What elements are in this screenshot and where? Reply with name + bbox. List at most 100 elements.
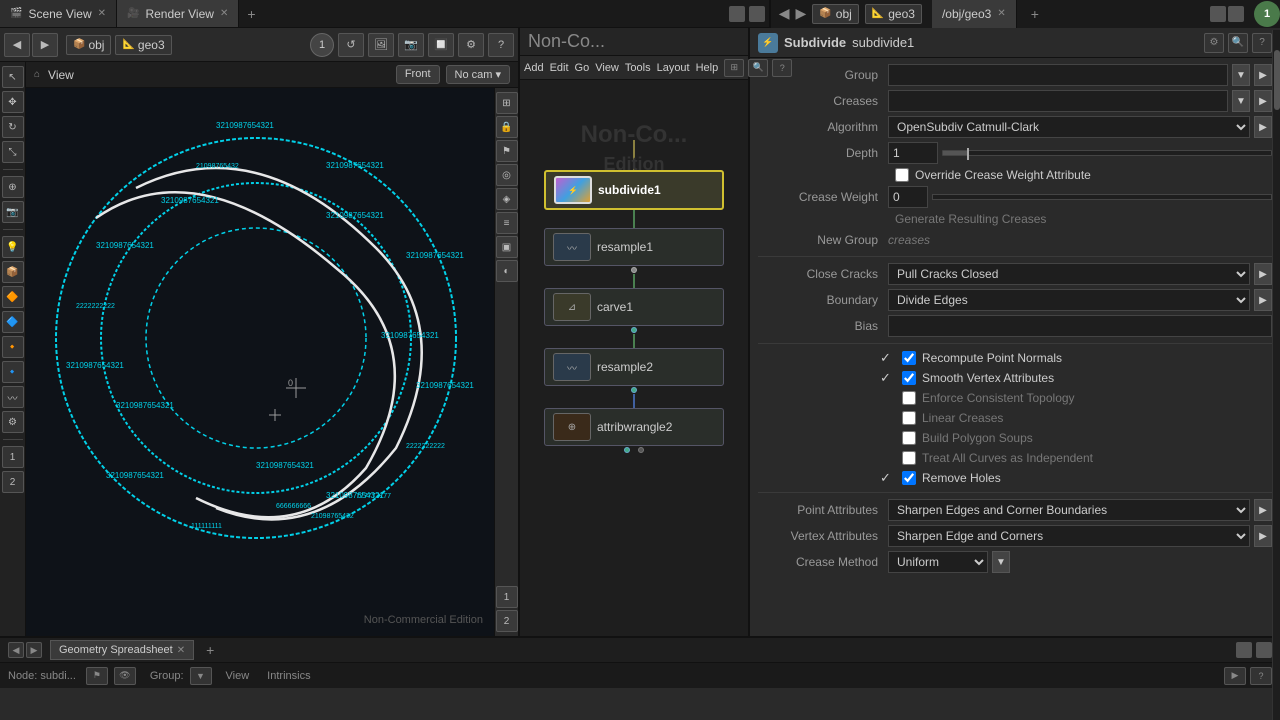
attribwrangle2-node[interactable]: ⊕ attribwrangle2 (544, 408, 724, 446)
algorithm-arrow[interactable]: ▶ (1254, 116, 1272, 138)
add-right-tab-button[interactable]: + (1023, 6, 1047, 22)
crease-method-arrow[interactable]: ▼ (992, 551, 1010, 573)
side-btn-2[interactable]: 🔒 (496, 116, 518, 138)
handle-tool[interactable]: ⊕ (2, 176, 24, 198)
add-menu[interactable]: Add (524, 62, 544, 74)
node-flag-btn[interactable]: ⚑ (86, 667, 108, 685)
linear-creases-checkbox[interactable] (902, 411, 916, 425)
node-search-btn[interactable]: 🔍 (748, 59, 768, 77)
vop-btn[interactable]: 🔹 (2, 361, 24, 383)
props-gear-btn[interactable]: ⚙ (1204, 33, 1224, 53)
group-input[interactable] (888, 64, 1228, 86)
obj-button-right[interactable]: 📦 obj (812, 4, 858, 24)
view-btn2[interactable]: 📷 (398, 33, 424, 57)
obj-selector[interactable]: 📦 obj (66, 35, 111, 55)
geo-spreadsheet-close[interactable]: ✕ (177, 645, 185, 656)
render-view-tab[interactable]: 🎥 Render View ✕ (117, 0, 239, 27)
rotate-tool[interactable]: ↻ (2, 116, 24, 138)
nav-fwd-btn[interactable]: ▶ (32, 33, 58, 57)
view-btn3[interactable]: 🔲 (428, 33, 454, 57)
boundary-arrow[interactable]: ▶ (1254, 289, 1272, 311)
geo3-tab[interactable]: /obj/geo3 ✕ (932, 0, 1017, 28)
right-window-icon-1[interactable] (1210, 6, 1226, 22)
node-eye-btn[interactable]: 👁 (114, 667, 136, 685)
select-tool[interactable]: ↖ (2, 66, 24, 88)
depth-slider[interactable] (942, 150, 1272, 156)
viewport-num[interactable]: 1 (310, 33, 334, 57)
remove-holes-checkbox[interactable] (902, 471, 916, 485)
group-arrow-1[interactable]: ▼ (1232, 64, 1250, 86)
carve1-node[interactable]: ⊿ carve1 (544, 288, 724, 326)
smooth-vertex-checkbox[interactable] (902, 371, 916, 385)
side-btn-3[interactable]: ⚑ (496, 140, 518, 162)
side-btn-5[interactable]: ◈ (496, 188, 518, 210)
recompute-normals-checkbox[interactable] (902, 351, 916, 365)
creases-input[interactable] (888, 90, 1228, 112)
tool-2[interactable]: 2 (2, 471, 24, 493)
creases-arrow-2[interactable]: ▶ (1254, 90, 1272, 112)
user-avatar[interactable]: 1 (1254, 1, 1280, 27)
window-icon-2[interactable] (749, 6, 765, 22)
render-view-close[interactable]: ✕ (220, 8, 228, 19)
right-window-icon-2[interactable] (1228, 6, 1244, 22)
add-left-tab-button[interactable]: + (239, 6, 263, 22)
geo3-selector[interactable]: 📐 geo3 (115, 35, 171, 55)
side-btn-6[interactable]: ≡ (496, 212, 518, 234)
point-attributes-arrow[interactable]: ▶ (1254, 499, 1272, 521)
bottom-help-btn[interactable]: ? (1250, 667, 1272, 685)
nav-forward-icon[interactable]: ▶ (796, 5, 807, 22)
override-crease-checkbox[interactable] (895, 168, 909, 182)
add-bottom-tab[interactable]: + (198, 642, 222, 658)
refresh-btn[interactable]: ↺ (338, 33, 364, 57)
treat-curves-checkbox[interactable] (902, 451, 916, 465)
props-scrollbar-thumb[interactable] (1274, 50, 1280, 110)
sop-level-btn[interactable]: 🔶 (2, 286, 24, 308)
layout-menu[interactable]: Layout (657, 62, 690, 74)
close-cracks-select[interactable]: Pull Cracks Closed (888, 263, 1250, 285)
window-icon-1[interactable] (729, 6, 745, 22)
nav-back-btn[interactable]: ◀ (4, 33, 30, 57)
geo3-button-right[interactable]: 📐 geo3 (865, 4, 922, 24)
scene-view-tab[interactable]: 🎬 Scene View ✕ (0, 0, 117, 27)
display-options-btn[interactable]: 🖼 (368, 33, 394, 57)
props-help-btn[interactable]: ? (1252, 33, 1272, 53)
algorithm-select[interactable]: OpenSubdiv Catmull-Clark (888, 116, 1250, 138)
crease-method-select[interactable]: Uniform (888, 551, 988, 573)
close-cracks-arrow[interactable]: ▶ (1254, 263, 1272, 285)
boundary-select[interactable]: Divide Edges (888, 289, 1250, 311)
bottom-window-icon-2[interactable] (1256, 642, 1272, 658)
group-arrow-2[interactable]: ▶ (1254, 64, 1272, 86)
camera-tool[interactable]: 📷 (2, 201, 24, 223)
resample1-node[interactable]: 〰 resample1 (544, 228, 724, 266)
nocam-btn[interactable]: No cam ▾ (446, 65, 510, 84)
crease-weight-slider[interactable] (932, 194, 1272, 200)
tool-1[interactable]: 1 (2, 446, 24, 468)
side-btn-8[interactable]: ◐ (496, 260, 518, 282)
shop-btn[interactable]: 🔸 (2, 336, 24, 358)
side-btn-9[interactable]: 1 (496, 586, 518, 608)
rop-btn[interactable]: ⚙ (2, 411, 24, 433)
scene-view-close[interactable]: ✕ (98, 8, 106, 19)
transform-tool[interactable]: ✥ (2, 91, 24, 113)
obj-level-btn[interactable]: 📦 (2, 261, 24, 283)
side-btn-10[interactable]: 2 (496, 610, 518, 632)
view-menu[interactable]: View (595, 62, 619, 74)
side-btn-7[interactable]: ▣ (496, 236, 518, 258)
resample2-node[interactable]: 〰 resample2 (544, 348, 724, 386)
point-attributes-select[interactable]: Sharpen Edges and Corner Boundaries (888, 499, 1250, 521)
node-layout-btn[interactable]: ⊞ (724, 59, 744, 77)
vertex-attributes-arrow[interactable]: ▶ (1254, 525, 1272, 547)
side-btn-1[interactable]: ⊞ (496, 92, 518, 114)
chop-btn[interactable]: 〰 (2, 386, 24, 408)
creases-arrow-1[interactable]: ▼ (1232, 90, 1250, 112)
vertex-attributes-select[interactable]: Sharpen Edge and Corners (888, 525, 1250, 547)
scale-tool[interactable]: ⤡ (2, 141, 24, 163)
crease-weight-input[interactable] (888, 186, 928, 208)
dop-level-btn[interactable]: 🔷 (2, 311, 24, 333)
group-filter-btn[interactable]: ▼ (190, 667, 212, 685)
geo-spreadsheet-tab[interactable]: Geometry Spreadsheet ✕ (50, 640, 194, 660)
depth-input[interactable] (888, 142, 938, 164)
edit-menu[interactable]: Edit (550, 62, 569, 74)
bias-input[interactable] (888, 315, 1272, 337)
nav-back-icon[interactable]: ◀ (779, 5, 790, 22)
